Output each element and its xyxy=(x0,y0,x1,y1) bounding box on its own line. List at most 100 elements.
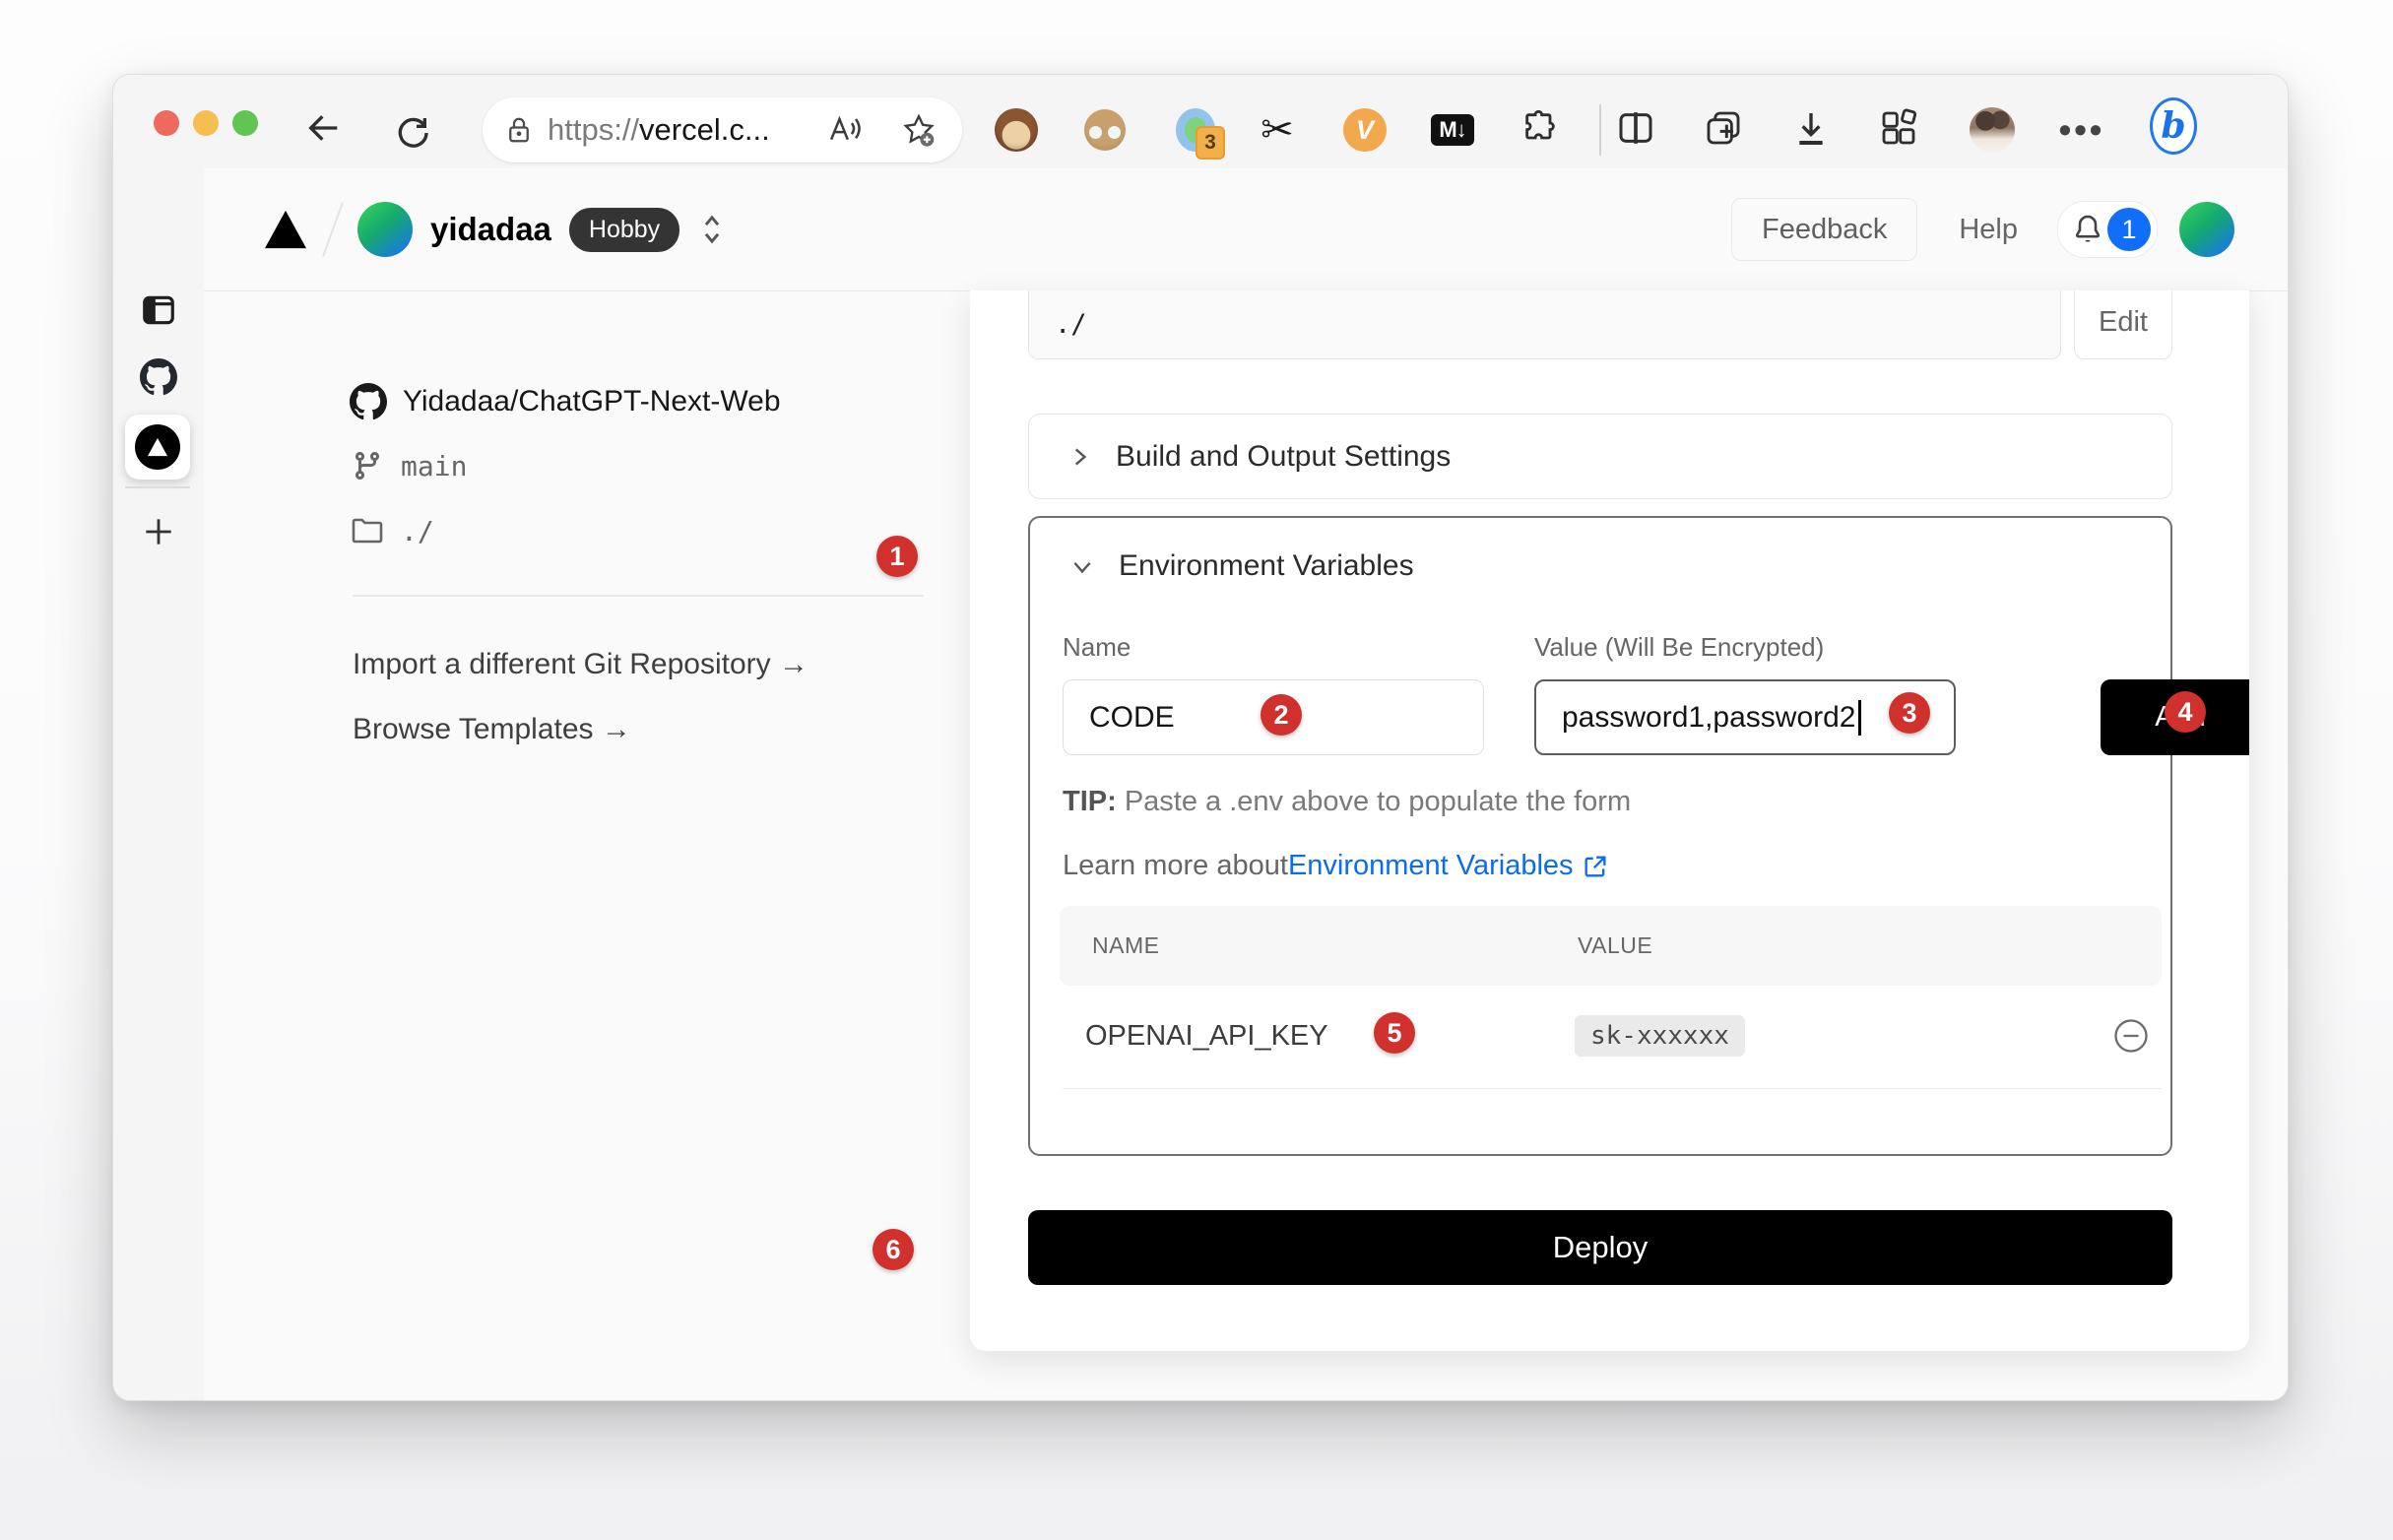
annotation-badge-5: 5 xyxy=(1374,1012,1415,1054)
scissors-icon[interactable]: ✂ xyxy=(1254,106,1301,154)
learn-more-line: Learn more about Environment Variables xyxy=(1063,850,1609,882)
chevron-right-icon xyxy=(1067,444,1092,470)
name-label: Name xyxy=(1063,632,1131,663)
vercel-icon xyxy=(135,424,180,470)
chevron-updown-icon[interactable] xyxy=(699,213,725,246)
close-window-button[interactable] xyxy=(154,110,179,136)
deploy-button[interactable]: Deploy xyxy=(1028,1210,2172,1285)
minimize-window-button[interactable] xyxy=(193,110,219,136)
url-host: vercel.c... xyxy=(639,112,770,147)
extension-badge: 3 xyxy=(1196,126,1225,160)
annotation-badge-2: 2 xyxy=(1261,694,1302,736)
text-caret xyxy=(1858,700,1861,736)
git-branch-icon xyxy=(352,450,383,481)
bell-icon xyxy=(2072,212,2103,247)
environment-variables-section: Environment Variables Name Value (Will B… xyxy=(1028,516,2172,1156)
more-options-icon[interactable]: ••• xyxy=(2058,106,2105,154)
desktop-canvas: https://vercel.c... 3 ✂ V M↓ xyxy=(0,0,2393,1540)
github-icon[interactable] xyxy=(140,358,177,396)
markdown-extension-icon[interactable]: M↓ xyxy=(1429,106,1476,154)
url-text: https://vercel.c... xyxy=(548,112,770,148)
build-section-title: Build and Output Settings xyxy=(1116,440,1451,474)
team-avatar[interactable] xyxy=(357,202,413,257)
root-directory-input[interactable]: ./ xyxy=(1028,290,2061,359)
github-icon xyxy=(350,383,387,420)
browser-toolbar: https://vercel.c... 3 ✂ V M↓ xyxy=(113,75,2288,169)
header-actions: Feedback Help 1 xyxy=(1731,168,2234,290)
env-value-value: password1,password2 xyxy=(1562,701,1856,735)
branch-name: main xyxy=(401,450,467,482)
env-section-header[interactable]: Environment Variables xyxy=(1069,549,1414,583)
value-label: Value (Will Be Encrypted) xyxy=(1534,632,1824,663)
env-table-row: OPENAI_API_KEY sk-xxxxxx 5 xyxy=(1060,996,2162,1075)
annotation-badge-6: 6 xyxy=(873,1229,914,1270)
translate-extension-icon[interactable]: 3 xyxy=(1172,106,1219,154)
build-output-settings-section[interactable]: Build and Output Settings xyxy=(1028,414,2172,499)
env-table-header: NAME VALUE xyxy=(1060,906,2162,986)
column-name: NAME xyxy=(1092,906,1159,986)
env-row-name: OPENAI_API_KEY xyxy=(1085,996,1328,1075)
tab-panel-icon[interactable] xyxy=(140,291,177,329)
back-icon[interactable] xyxy=(304,108,344,148)
browse-templates-link[interactable]: Browse Templates → xyxy=(353,713,631,746)
annotation-badge-1: 1 xyxy=(876,536,918,577)
vercel-tab-active[interactable] xyxy=(125,415,190,480)
branch-row: main xyxy=(352,446,467,485)
avatar-extension-icon[interactable] xyxy=(1081,106,1129,154)
external-link-icon[interactable] xyxy=(1582,853,1609,880)
breadcrumb-slash xyxy=(322,202,344,256)
collections-icon[interactable] xyxy=(1704,108,1743,148)
column-value: VALUE xyxy=(1578,906,1652,986)
root-directory-row: ./ xyxy=(352,511,434,550)
vercel-logo[interactable] xyxy=(263,209,308,250)
v-extension-icon[interactable]: V xyxy=(1341,106,1389,154)
user-avatar[interactable] xyxy=(2179,202,2234,257)
tip-label: TIP: xyxy=(1063,786,1117,817)
browser-window: https://vercel.c... 3 ✂ V M↓ xyxy=(112,74,2289,1401)
row-divider xyxy=(1063,1088,2162,1089)
notifications-button[interactable]: 1 xyxy=(2057,201,2158,258)
breadcrumb: yidadaa Hobby xyxy=(263,168,725,290)
profile-avatar[interactable] xyxy=(1969,106,2016,154)
refresh-icon[interactable] xyxy=(392,108,431,148)
new-tab-plus-icon[interactable] xyxy=(140,513,177,550)
tampermonkey-icon[interactable] xyxy=(993,106,1040,154)
sidebar-divider xyxy=(125,486,190,488)
notification-count-badge: 1 xyxy=(2107,208,2151,251)
env-name-value: CODE xyxy=(1089,701,1175,735)
env-section-title: Environment Variables xyxy=(1119,549,1414,583)
env-row-value: sk-xxxxxx xyxy=(1575,1015,1745,1057)
vercel-header: yidadaa Hobby Feedback Help 1 xyxy=(204,168,2288,291)
apps-grid-icon[interactable] xyxy=(1879,108,1918,148)
left-divider xyxy=(353,595,924,597)
chevron-down-icon xyxy=(1069,553,1095,579)
import-different-repo-link[interactable]: Import a different Git Repository → xyxy=(353,648,808,681)
remove-minus-icon[interactable] xyxy=(2111,1016,2151,1056)
folder-icon xyxy=(352,515,383,546)
annotation-badge-3: 3 xyxy=(1889,692,1930,734)
split-screen-icon[interactable] xyxy=(1616,108,1655,148)
bing-chat-icon[interactable]: b xyxy=(2150,102,2197,150)
team-name[interactable]: yidadaa xyxy=(430,211,551,248)
help-link[interactable]: Help xyxy=(1959,214,2018,246)
address-bar[interactable]: https://vercel.c... xyxy=(483,97,962,162)
download-icon[interactable] xyxy=(1791,108,1831,148)
repo-row: Yidadaa/ChatGPT-Next-Web xyxy=(350,379,781,424)
feedback-button[interactable]: Feedback xyxy=(1731,198,1917,261)
annotation-badge-4: 4 xyxy=(2165,691,2206,733)
tip-text: TIP: Paste a .env above to populate the … xyxy=(1063,786,1631,818)
add-favorite-icon[interactable] xyxy=(901,112,937,148)
url-scheme: https:// xyxy=(548,112,639,147)
zoom-window-button[interactable] xyxy=(232,110,258,136)
extensions-puzzle-icon[interactable] xyxy=(1520,108,1560,148)
edit-button[interactable]: Edit xyxy=(2074,290,2172,359)
environment-variables-link[interactable]: Environment Variables xyxy=(1288,850,1574,882)
repo-name: Yidadaa/ChatGPT-Next-Web xyxy=(403,385,781,418)
edge-sidebar xyxy=(113,168,205,1400)
read-aloud-icon[interactable] xyxy=(827,112,863,148)
plan-badge: Hobby xyxy=(569,208,679,252)
root-directory: ./ xyxy=(401,515,434,547)
config-panel: ./ Edit Build and Output Settings Enviro… xyxy=(970,290,2249,1351)
lock-icon xyxy=(504,113,534,147)
toolbar-divider xyxy=(1599,104,1601,156)
